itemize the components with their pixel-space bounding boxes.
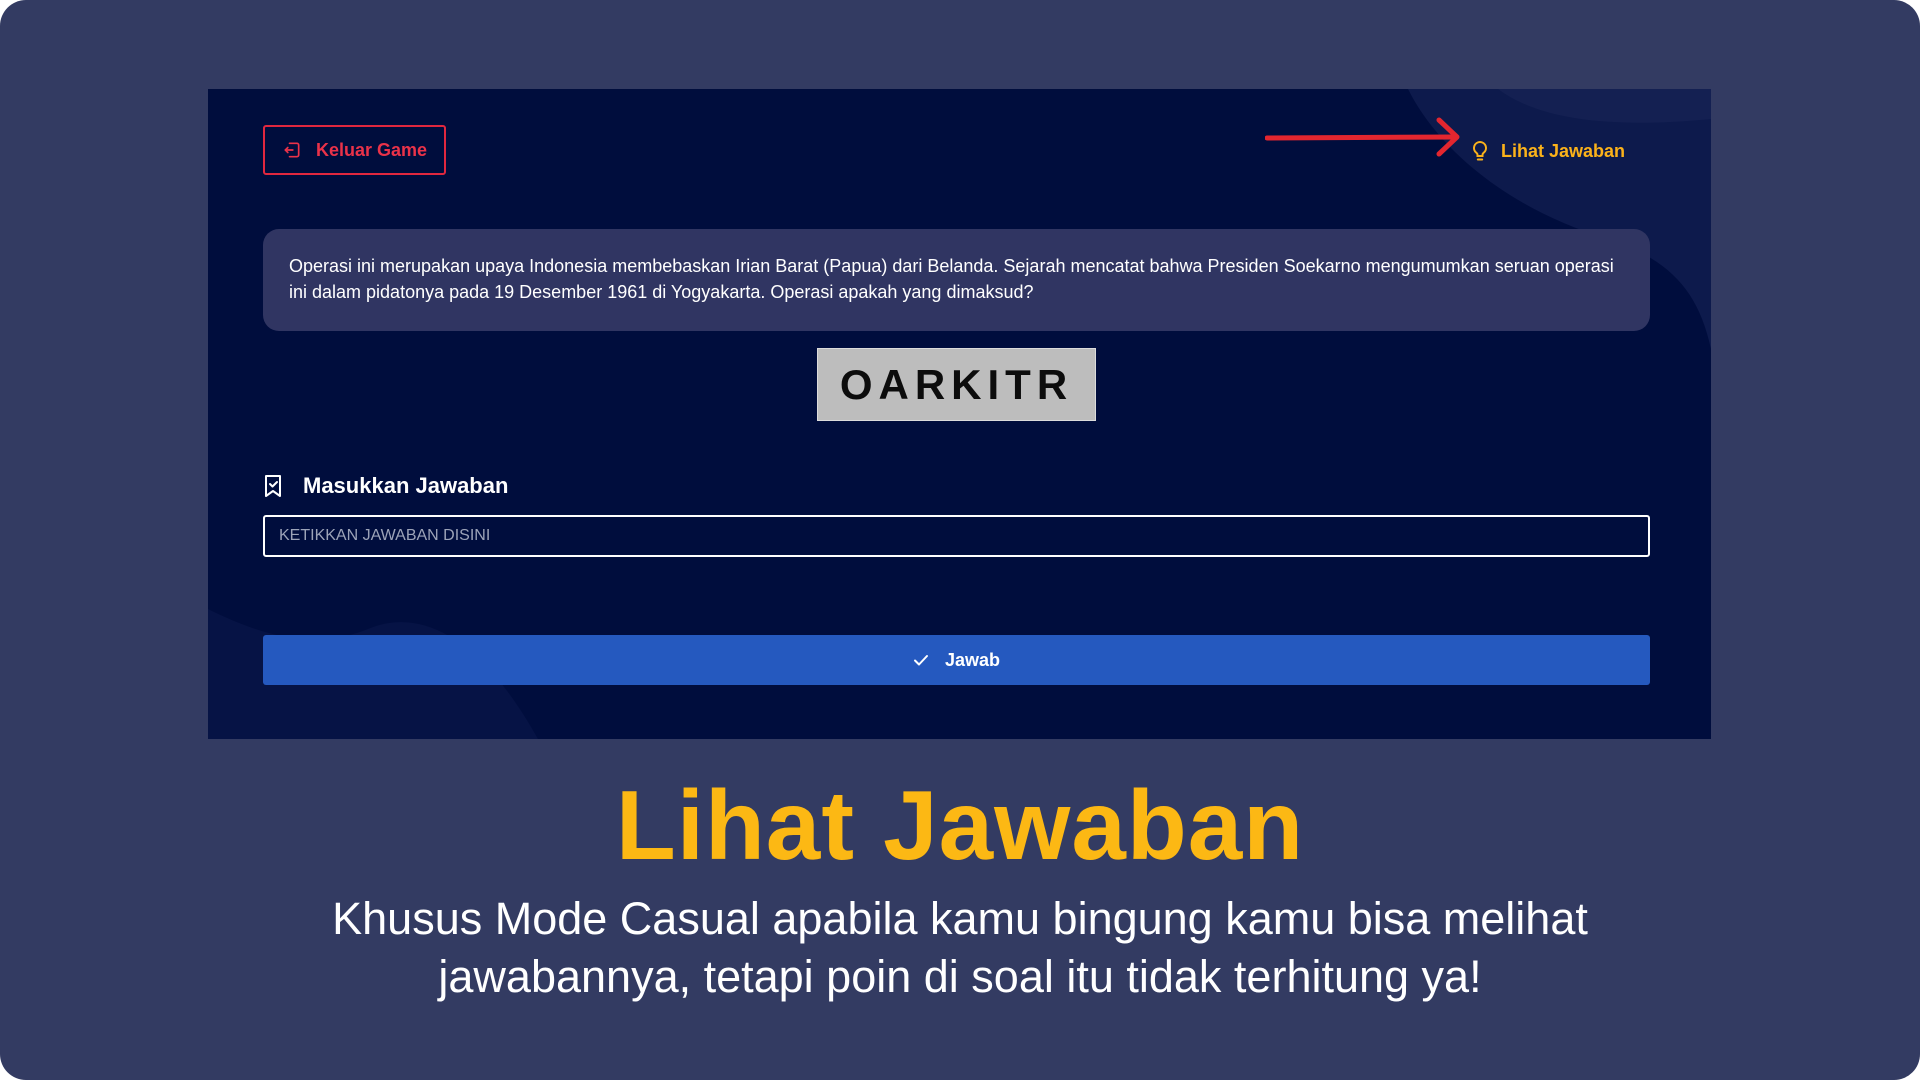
scrambled-word: OARKITR xyxy=(817,348,1096,421)
show-answer-button[interactable]: Lihat Jawaban xyxy=(1471,137,1625,165)
exit-icon xyxy=(284,142,300,158)
caption-body: Khusus Mode Casual apabila kamu bingung … xyxy=(332,893,1588,1002)
exit-game-button[interactable]: Keluar Game xyxy=(263,125,446,175)
question-text: Operasi ini merupakan upaya Indonesia me… xyxy=(263,229,1650,331)
caption-title: Lihat Jawaban xyxy=(615,770,1305,880)
answer-label: Masukkan Jawaban xyxy=(303,473,509,498)
show-answer-label: Lihat Jawaban xyxy=(1501,140,1626,161)
check-icon xyxy=(913,655,928,666)
answer-label-row: Masukkan Jawaban xyxy=(263,471,508,501)
presentation-frame: Keluar Game Lihat Jawaban Operasi ini me… xyxy=(0,0,1920,1080)
red-arrow-icon xyxy=(1265,117,1460,157)
game-panel: Keluar Game Lihat Jawaban Operasi ini me… xyxy=(208,89,1711,739)
bookmark-icon xyxy=(265,475,281,497)
exit-game-label: Keluar Game xyxy=(315,139,428,160)
lightbulb-icon xyxy=(1473,140,1487,161)
submit-answer-button[interactable]: Jawab xyxy=(263,635,1650,685)
submit-answer-label: Jawab xyxy=(944,649,1001,670)
answer-input[interactable] xyxy=(263,515,1650,557)
